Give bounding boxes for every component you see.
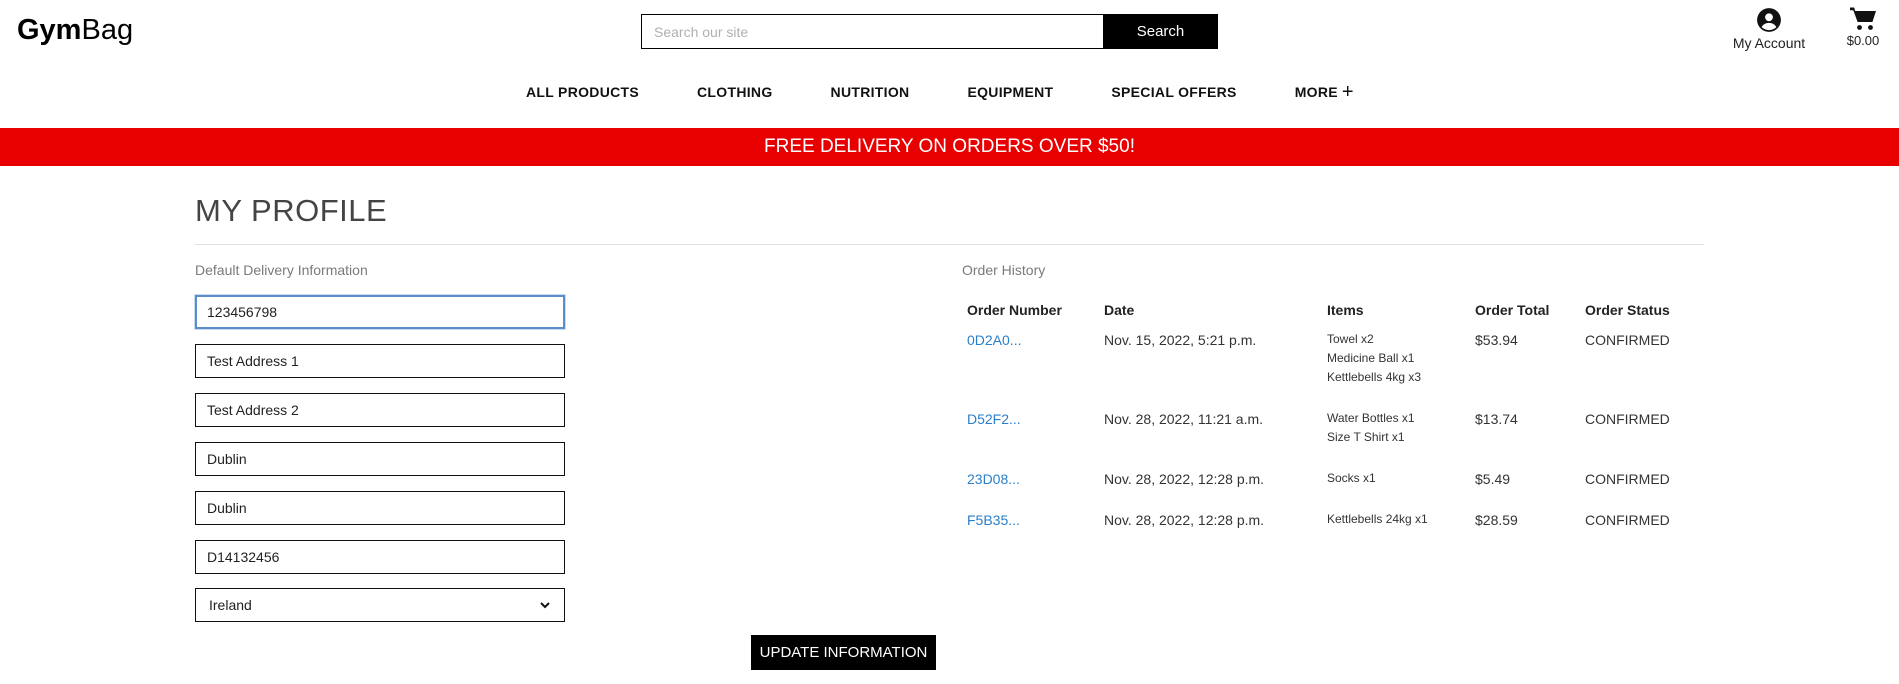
nav-all-products[interactable]: ALL PRODUCTS	[526, 84, 639, 100]
chevron-down-icon	[540, 602, 550, 609]
order-status: CONFIRMED	[1585, 332, 1670, 348]
order-date: Nov. 15, 2022, 5:21 p.m.	[1104, 332, 1257, 348]
order-history-label: Order History	[962, 262, 1046, 278]
delivery-info-label: Default Delivery Information	[195, 262, 368, 278]
nav-equipment[interactable]: EQUIPMENT	[967, 84, 1053, 100]
header-order-status: Order Status	[1585, 302, 1670, 318]
main-nav: ALL PRODUCTS CLOTHING NUTRITION EQUIPMEN…	[526, 81, 1354, 103]
order-number-link[interactable]: F5B35...	[967, 512, 1020, 528]
table-row: 23D08... Nov. 28, 2022, 12:28 p.m. Socks…	[962, 465, 1705, 506]
order-item: Size T Shirt x1	[1327, 430, 1405, 444]
nav-special-offers[interactable]: SPECIAL OFFERS	[1111, 84, 1236, 100]
plus-icon: +	[1341, 81, 1354, 103]
order-item: Kettlebells 24kg x1	[1327, 512, 1428, 526]
order-date: Nov. 28, 2022, 12:28 p.m.	[1104, 471, 1265, 487]
site-search: Search	[641, 14, 1218, 49]
shopping-bag-link[interactable]: $0.00	[1840, 6, 1886, 48]
address1-field[interactable]	[195, 344, 565, 378]
address2-field[interactable]	[195, 393, 565, 427]
user-circle-icon	[1757, 8, 1781, 32]
search-button[interactable]: Search	[1103, 14, 1218, 49]
order-item: Medicine Ball x1	[1327, 351, 1415, 365]
table-header-row: Order Number Date Items Order Total Orde…	[962, 298, 1705, 326]
order-total: $5.49	[1475, 471, 1511, 487]
my-account-link[interactable]: My Account	[1724, 7, 1814, 51]
header-order-number: Order Number	[967, 302, 1062, 318]
nav-more-label: MORE	[1294, 84, 1338, 100]
table-row: 0D2A0... Nov. 15, 2022, 5:21 p.m. Towel …	[962, 326, 1705, 405]
order-item: Water Bottles x1	[1327, 411, 1415, 425]
shopping-cart-icon	[1850, 7, 1876, 30]
order-items: Water Bottles x1 Size T Shirt x1	[1322, 405, 1470, 465]
order-item: Socks x1	[1327, 471, 1376, 485]
country-select[interactable]: Ireland	[195, 588, 565, 622]
country-selected-value: Ireland	[209, 597, 252, 613]
logo-bold-text: Gym	[17, 14, 82, 46]
order-items: Kettlebells 24kg x1	[1322, 506, 1470, 547]
order-total: $53.94	[1475, 332, 1518, 348]
order-items: Towel x2 Medicine Ball x1 Kettlebells 4k…	[1322, 326, 1470, 405]
bag-total: $0.00	[1846, 33, 1880, 48]
page-title: MY PROFILE	[195, 193, 388, 228]
update-information-button[interactable]: UPDATE INFORMATION	[751, 635, 936, 670]
order-total: $28.59	[1475, 512, 1518, 528]
order-status: CONFIRMED	[1585, 471, 1670, 487]
order-history-table: Order Number Date Items Order Total Orde…	[962, 298, 1705, 547]
town-field[interactable]	[195, 442, 565, 476]
logo-light-text: Bag	[81, 14, 134, 46]
search-input[interactable]	[641, 14, 1103, 49]
order-date: Nov. 28, 2022, 11:21 a.m.	[1104, 411, 1264, 427]
delivery-banner: FREE DELIVERY ON ORDERS OVER $50!	[0, 128, 1899, 166]
order-number-link[interactable]: 0D2A0...	[967, 332, 1021, 348]
order-status: CONFIRMED	[1585, 411, 1670, 427]
header-date: Date	[1104, 302, 1135, 318]
order-total: $13.74	[1475, 411, 1518, 427]
order-item: Towel x2	[1327, 332, 1374, 346]
order-items: Socks x1	[1322, 465, 1470, 506]
nav-more[interactable]: MORE +	[1294, 81, 1354, 103]
county-field[interactable]	[195, 491, 565, 525]
table-row: F5B35... Nov. 28, 2022, 12:28 p.m. Kettl…	[962, 506, 1705, 547]
order-number-link[interactable]: D52F2...	[967, 411, 1021, 427]
nav-nutrition[interactable]: NUTRITION	[831, 84, 910, 100]
header-order-total: Order Total	[1475, 302, 1550, 318]
header-items: Items	[1327, 302, 1364, 318]
postcode-field[interactable]	[195, 540, 565, 574]
phone-field[interactable]	[195, 295, 565, 329]
account-label: My Account	[1732, 35, 1806, 51]
table-row: D52F2... Nov. 28, 2022, 11:21 a.m. Water…	[962, 405, 1705, 465]
order-number-link[interactable]: 23D08...	[967, 471, 1020, 487]
order-date: Nov. 28, 2022, 12:28 p.m.	[1104, 512, 1265, 528]
site-logo[interactable]: GymBag	[17, 14, 133, 47]
order-status: CONFIRMED	[1585, 512, 1670, 528]
order-item: Kettlebells 4kg x3	[1327, 370, 1422, 384]
title-divider	[195, 244, 1704, 245]
nav-clothing[interactable]: CLOTHING	[697, 84, 773, 100]
